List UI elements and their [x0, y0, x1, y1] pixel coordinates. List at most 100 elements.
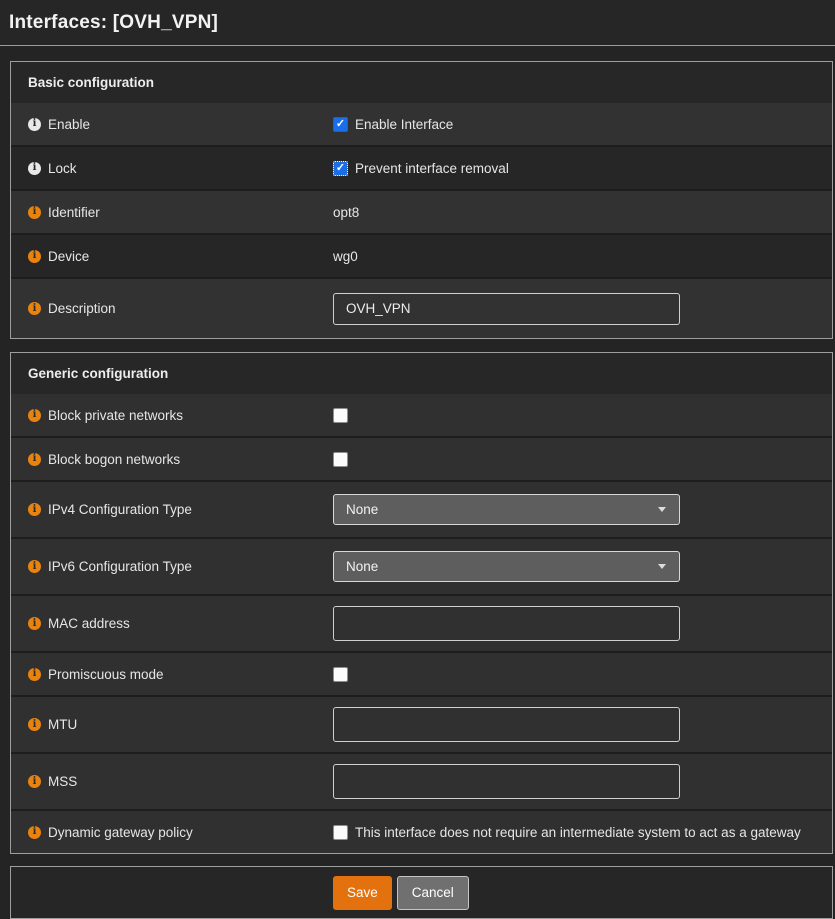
generic-configuration-panel: Generic configuration Block private netw… — [10, 352, 833, 854]
block-private-label: Block private networks — [48, 408, 183, 423]
ipv6-type-label-col: IPv6 Configuration Type — [11, 559, 333, 574]
info-icon[interactable] — [28, 617, 41, 630]
info-icon[interactable] — [28, 560, 41, 573]
mtu-input[interactable] — [333, 707, 680, 742]
lock-checkbox-label: Prevent interface removal — [355, 161, 509, 176]
row-enable: Enable Enable Interface — [11, 103, 832, 145]
ipv6-config-type-selected-value: None — [346, 559, 378, 574]
ipv4-config-type-selected-value: None — [346, 502, 378, 517]
mtu-label: MTU — [48, 717, 77, 732]
mac-address-input[interactable] — [333, 606, 680, 641]
ipv4-type-label: IPv4 Configuration Type — [48, 502, 192, 517]
device-label: Device — [48, 249, 89, 264]
description-value-col — [333, 293, 680, 325]
basic-configuration-panel: Basic configuration Enable Enable Interf… — [10, 61, 833, 339]
block-private-checkbox[interactable] — [333, 408, 348, 423]
basic-configuration-header: Basic configuration — [11, 62, 832, 103]
block-private-label-col: Block private networks — [11, 408, 333, 423]
row-mtu: MTU — [11, 695, 832, 752]
section-title: Basic configuration — [28, 75, 154, 90]
description-label: Description — [48, 301, 116, 316]
lock-checkbox[interactable] — [333, 161, 348, 176]
mac-label-col: MAC address — [11, 616, 333, 631]
block-private-value-col — [333, 408, 348, 423]
ipv6-config-type-select[interactable]: None — [333, 551, 680, 582]
info-icon[interactable] — [28, 668, 41, 681]
device-label-col: Device — [11, 249, 333, 264]
enable-label-col: Enable — [11, 117, 333, 132]
identifier-label: Identifier — [48, 205, 100, 220]
mtu-value-col — [333, 707, 680, 742]
info-icon[interactable] — [28, 250, 41, 263]
mtu-label-col: MTU — [11, 717, 333, 732]
dynamic-gateway-value-col: This interface does not require an inter… — [333, 825, 801, 840]
enable-checkbox-label: Enable Interface — [355, 117, 453, 132]
dynamic-gateway-label-col: Dynamic gateway policy — [11, 825, 333, 840]
mss-input[interactable] — [333, 764, 680, 799]
ipv4-type-value-col: None — [333, 494, 680, 525]
info-icon[interactable] — [28, 409, 41, 422]
promiscuous-mode-checkbox[interactable] — [333, 667, 348, 682]
action-buttons: Save Cancel — [333, 876, 469, 910]
identifier-label-col: Identifier — [11, 205, 333, 220]
lock-label: Lock — [48, 161, 77, 176]
dynamic-gateway-label: Dynamic gateway policy — [48, 825, 193, 840]
mss-label: MSS — [48, 774, 77, 789]
row-ipv4-configuration-type: IPv4 Configuration Type None — [11, 480, 832, 537]
info-icon[interactable] — [28, 162, 41, 175]
row-block-bogon-networks: Block bogon networks — [11, 436, 832, 480]
block-bogon-checkbox[interactable] — [333, 452, 348, 467]
section-title: Generic configuration — [28, 366, 168, 381]
enable-value-col: Enable Interface — [333, 117, 453, 132]
row-promiscuous-mode: Promiscuous mode — [11, 651, 832, 695]
ipv4-type-label-col: IPv4 Configuration Type — [11, 502, 333, 517]
row-device: Device wg0 — [11, 233, 832, 277]
action-panel: Save Cancel — [10, 866, 833, 919]
info-icon[interactable] — [28, 453, 41, 466]
mac-value-col — [333, 606, 680, 641]
enable-checkbox[interactable] — [333, 117, 348, 132]
info-icon[interactable] — [28, 118, 41, 131]
ipv4-config-type-select[interactable]: None — [333, 494, 680, 525]
block-bogon-label-col: Block bogon networks — [11, 452, 333, 467]
block-bogon-label: Block bogon networks — [48, 452, 180, 467]
info-icon[interactable] — [28, 775, 41, 788]
row-mac-address: MAC address — [11, 594, 832, 651]
mac-label: MAC address — [48, 616, 130, 631]
description-label-col: Description — [11, 301, 333, 316]
device-value: wg0 — [333, 249, 358, 264]
row-ipv6-configuration-type: IPv6 Configuration Type None — [11, 537, 832, 594]
info-icon[interactable] — [28, 718, 41, 731]
description-input[interactable] — [333, 293, 680, 325]
cancel-button[interactable]: Cancel — [397, 876, 469, 910]
promiscuous-label: Promiscuous mode — [48, 667, 164, 682]
row-block-private-networks: Block private networks — [11, 394, 832, 436]
info-icon[interactable] — [28, 302, 41, 315]
page-header: Interfaces: [OVH_VPN] — [0, 0, 835, 46]
mss-label-col: MSS — [11, 774, 333, 789]
save-button[interactable]: Save — [333, 876, 392, 910]
promiscuous-value-col — [333, 667, 348, 682]
page-title: Interfaces: [OVH_VPN] — [9, 12, 218, 34]
row-lock: Lock Prevent interface removal — [11, 145, 832, 189]
lock-label-col: Lock — [11, 161, 333, 176]
block-bogon-value-col — [333, 452, 348, 467]
generic-configuration-header: Generic configuration — [11, 353, 832, 394]
dynamic-gateway-checkbox[interactable] — [333, 825, 348, 840]
lock-value-col: Prevent interface removal — [333, 161, 509, 176]
info-icon[interactable] — [28, 206, 41, 219]
device-value-col: wg0 — [333, 249, 358, 264]
promiscuous-label-col: Promiscuous mode — [11, 667, 333, 682]
row-description: Description — [11, 277, 832, 338]
row-identifier: Identifier opt8 — [11, 189, 832, 233]
row-dynamic-gateway-policy: Dynamic gateway policy This interface do… — [11, 809, 832, 853]
identifier-value-col: opt8 — [333, 205, 359, 220]
row-mss: MSS — [11, 752, 832, 809]
info-icon[interactable] — [28, 503, 41, 516]
identifier-value: opt8 — [333, 205, 359, 220]
info-icon[interactable] — [28, 826, 41, 839]
ipv6-type-value-col: None — [333, 551, 680, 582]
ipv6-type-label: IPv6 Configuration Type — [48, 559, 192, 574]
enable-label: Enable — [48, 117, 90, 132]
mss-value-col — [333, 764, 680, 799]
